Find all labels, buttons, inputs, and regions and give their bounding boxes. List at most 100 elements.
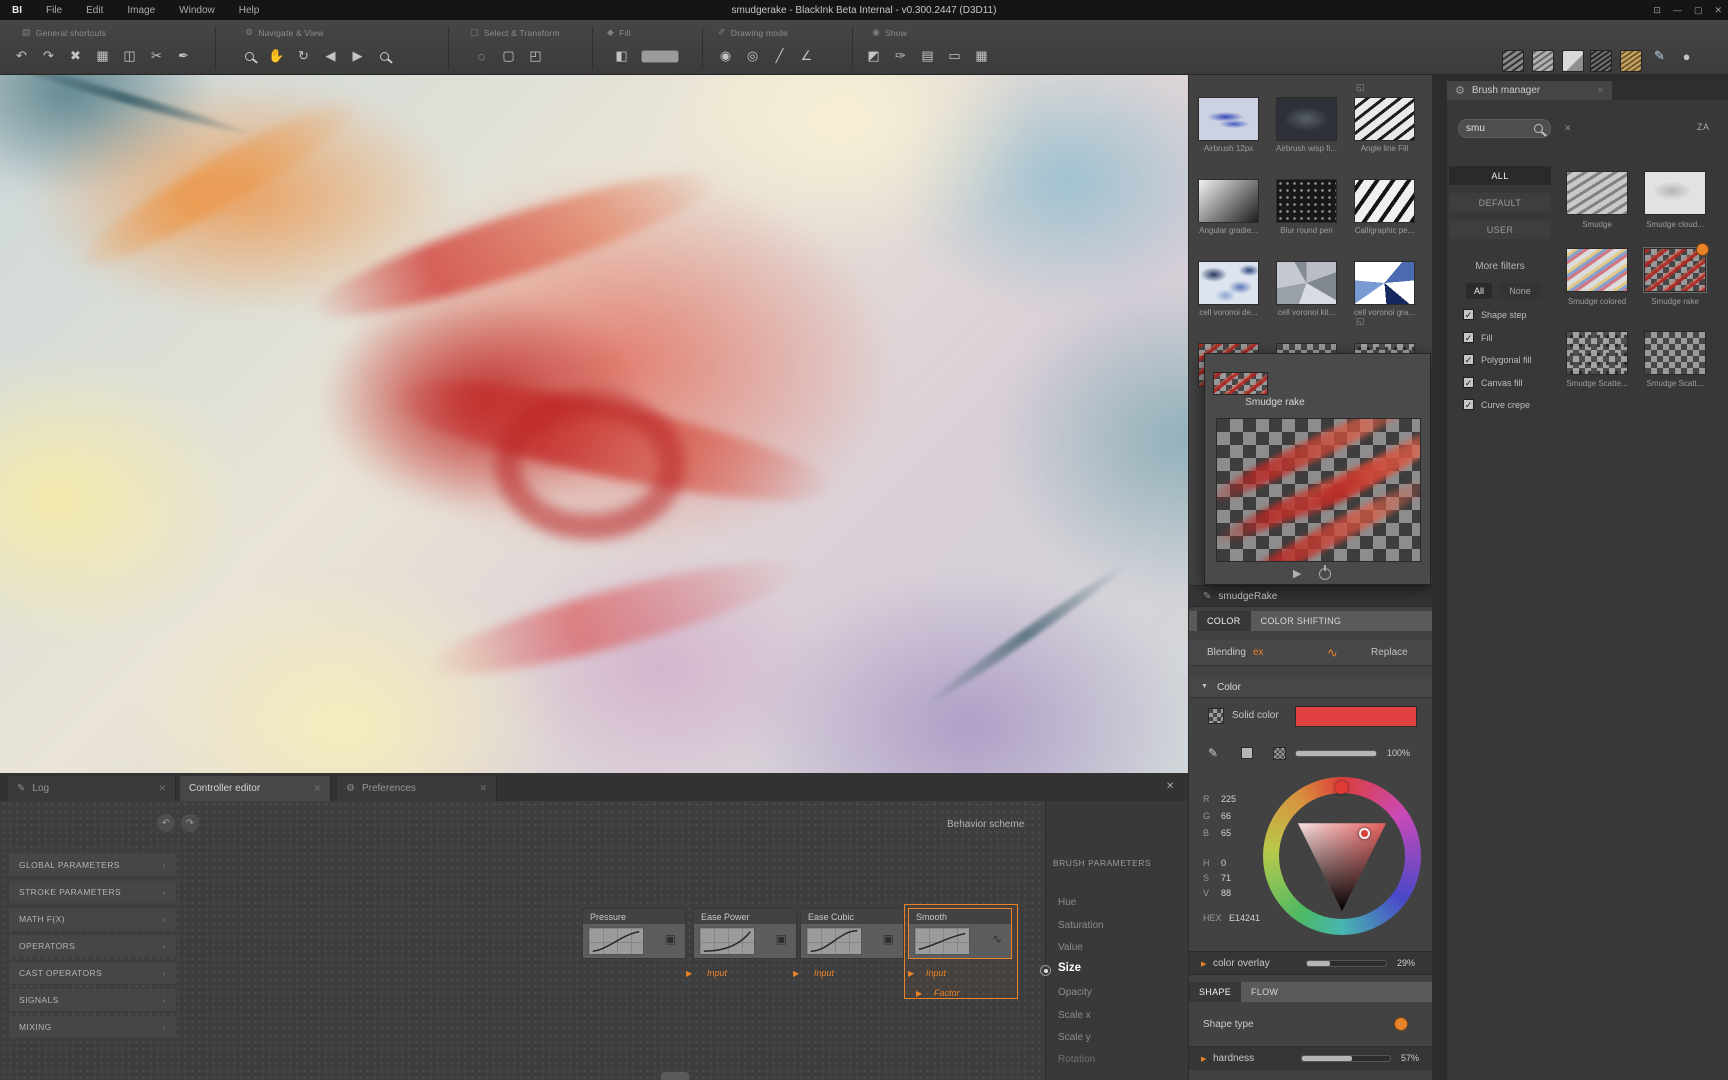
maximize-icon[interactable]: ▢ — [1694, 5, 1703, 16]
param-saturation[interactable]: Saturation — [1058, 920, 1104, 931]
node-ease-power[interactable]: Ease Power ▣ — [693, 908, 797, 959]
param-rotation[interactable]: Rotation — [1058, 1054, 1095, 1065]
color-section-header[interactable]: ▼ Color — [1189, 677, 1432, 698]
show-grid-icon[interactable]: ▦ — [968, 45, 995, 67]
node-pressure[interactable]: Pressure ▣ — [582, 908, 686, 959]
close-icon[interactable]: ✕ — [479, 783, 487, 794]
sort-icon[interactable]: ZA — [1697, 122, 1710, 132]
color-overlay-slider[interactable] — [1306, 960, 1387, 967]
brush-thumbnail[interactable] — [1198, 179, 1259, 223]
brush-result-smudge-rake[interactable] — [1644, 248, 1706, 292]
menu-file[interactable]: File — [34, 0, 74, 20]
minimize-icon[interactable]: — — [1673, 5, 1682, 15]
panel-pin-icon[interactable]: ◱ — [1356, 82, 1365, 93]
brush-thumbnail[interactable] — [1198, 261, 1259, 305]
param-value[interactable]: Value — [1058, 942, 1083, 953]
painting-canvas[interactable] — [0, 75, 1188, 773]
zoom-icon[interactable] — [236, 45, 263, 67]
tab-color-shifting[interactable]: COLOR SHIFTING — [1251, 611, 1352, 631]
hand-icon[interactable]: ✋ — [263, 45, 290, 67]
checkbox-canvas-fill[interactable]: ✓Canvas fill — [1463, 377, 1523, 388]
category-stroke-parameters[interactable]: STROKE PARAMETERS› — [9, 881, 176, 903]
shape-type-swatch[interactable] — [1394, 1017, 1408, 1031]
current-color-swatch[interactable] — [1295, 706, 1417, 727]
fullscreen-icon[interactable]: ⊡ — [1653, 5, 1661, 16]
param-size[interactable]: Size — [1058, 962, 1081, 974]
category-mixing[interactable]: MIXING› — [9, 1016, 176, 1038]
brush-thumbnail[interactable] — [1276, 261, 1337, 305]
show-brush-icon[interactable]: ✑ — [887, 45, 914, 67]
tab-controller-editor[interactable]: Controller editor ✕ — [180, 776, 331, 801]
brush-result-smudge-cloud[interactable] — [1644, 171, 1706, 215]
brush-preset-4[interactable] — [1590, 50, 1612, 72]
menu-edit[interactable]: Edit — [74, 0, 115, 20]
eraser-tool-icon[interactable]: ● — [1673, 45, 1700, 67]
blend-curve-icon[interactable]: ∿ — [1327, 645, 1338, 661]
menu-image[interactable]: Image — [115, 0, 167, 20]
brush-tool-icon[interactable]: ✎ — [1646, 45, 1673, 67]
brush-manager-tab[interactable]: ⚙ Brush manager ✕ — [1447, 81, 1612, 100]
ellipse-select-icon[interactable]: ◌ — [468, 45, 495, 67]
checkbox-shape-step[interactable]: ✓Shape step — [1463, 309, 1527, 320]
node-source-icon[interactable]: ▣ — [883, 932, 894, 946]
node-smooth[interactable]: Smooth ∿ — [908, 908, 1012, 959]
flip-left-icon[interactable]: ◀ — [317, 45, 344, 67]
param-scale-x[interactable]: Scale x — [1058, 1010, 1091, 1021]
ink-icon[interactable]: ✒ — [170, 45, 197, 67]
gradient-fill-icon[interactable]: ◧ — [608, 45, 635, 67]
brush-thumbnail[interactable] — [1354, 97, 1415, 141]
angle-mode-icon[interactable]: ∠ — [793, 45, 820, 67]
undo-icon[interactable]: ↶ — [8, 45, 35, 67]
draw-mode-normal-icon[interactable]: ◉ — [712, 45, 739, 67]
color-wheel[interactable] — [1263, 777, 1421, 935]
port-input[interactable]: Input — [926, 968, 946, 978]
menu-help[interactable]: Help — [227, 0, 272, 20]
brush-preset-1[interactable] — [1502, 50, 1524, 72]
tab-preferences[interactable]: ⚙ Preferences ✕ — [337, 776, 497, 801]
dither-icon[interactable] — [1273, 747, 1286, 760]
zoom-reset-icon[interactable] — [371, 45, 398, 67]
param-hue[interactable]: Hue — [1058, 897, 1076, 908]
brush-preset-5[interactable] — [1620, 50, 1642, 72]
tab-flow[interactable]: FLOW — [1241, 982, 1288, 1002]
active-brush-bar[interactable]: ✎ smudgeRake — [1189, 585, 1432, 607]
close-icon[interactable]: ✕ — [1596, 85, 1604, 96]
brush-preset-2[interactable] — [1532, 50, 1554, 72]
tab-shape[interactable]: SHAPE — [1189, 982, 1241, 1002]
category-cast-operators[interactable]: CAST OPERATORS› — [9, 962, 176, 984]
filter-user[interactable]: USER — [1449, 220, 1551, 239]
search-input[interactable] — [1466, 123, 1530, 134]
param-opacity[interactable]: Opacity — [1058, 987, 1092, 998]
select-none-button[interactable]: None — [1500, 283, 1540, 299]
show-mask-icon[interactable]: ◩ — [860, 45, 887, 67]
hue-marker[interactable] — [1335, 781, 1348, 794]
checkbox-curve-crepe[interactable]: ✓Curve crepe — [1463, 399, 1530, 410]
node-connection-icon[interactable]: ∿ — [992, 932, 1002, 946]
brush-thumbnail[interactable] — [1354, 179, 1415, 223]
cut-icon[interactable]: ✂ — [143, 45, 170, 67]
filter-default[interactable]: DEFAULT — [1449, 193, 1551, 212]
category-signals[interactable]: SIGNALS› — [9, 989, 176, 1011]
brush-result-smudge[interactable] — [1566, 171, 1628, 215]
show-layers-icon[interactable]: ▤ — [914, 45, 941, 67]
brush-thumbnail[interactable] — [1276, 179, 1337, 223]
hardness-slider[interactable] — [1301, 1055, 1391, 1062]
close-panel-icon[interactable]: ✕ — [1166, 781, 1174, 792]
brush-preset-3[interactable] — [1562, 50, 1584, 72]
brush-result-smudge-colored[interactable] — [1566, 248, 1628, 292]
param-radio-icon[interactable] — [1040, 965, 1051, 976]
category-operators[interactable]: OPERATORS› — [9, 935, 176, 957]
opacity-slider[interactable] — [1295, 750, 1377, 757]
rotate-canvas-icon[interactable]: ↻ — [290, 45, 317, 67]
transparency-icon[interactable] — [1208, 708, 1224, 724]
replace-button[interactable]: Replace — [1371, 647, 1408, 658]
panel-divider[interactable] — [1432, 75, 1447, 1080]
close-icon[interactable]: ✕ — [158, 783, 166, 794]
brush-result-smudge-scatt[interactable] — [1644, 331, 1706, 375]
node-source-icon[interactable]: ▣ — [776, 932, 787, 946]
grid-icon[interactable]: ▦ — [89, 45, 116, 67]
square-swatch-icon[interactable] — [1241, 747, 1253, 759]
checkbox-fill[interactable]: ✓Fill — [1463, 332, 1493, 343]
brush-result-smudge-scatter[interactable] — [1566, 331, 1628, 375]
checkbox-polygonal-fill[interactable]: ✓Polygonal fill — [1463, 354, 1532, 365]
